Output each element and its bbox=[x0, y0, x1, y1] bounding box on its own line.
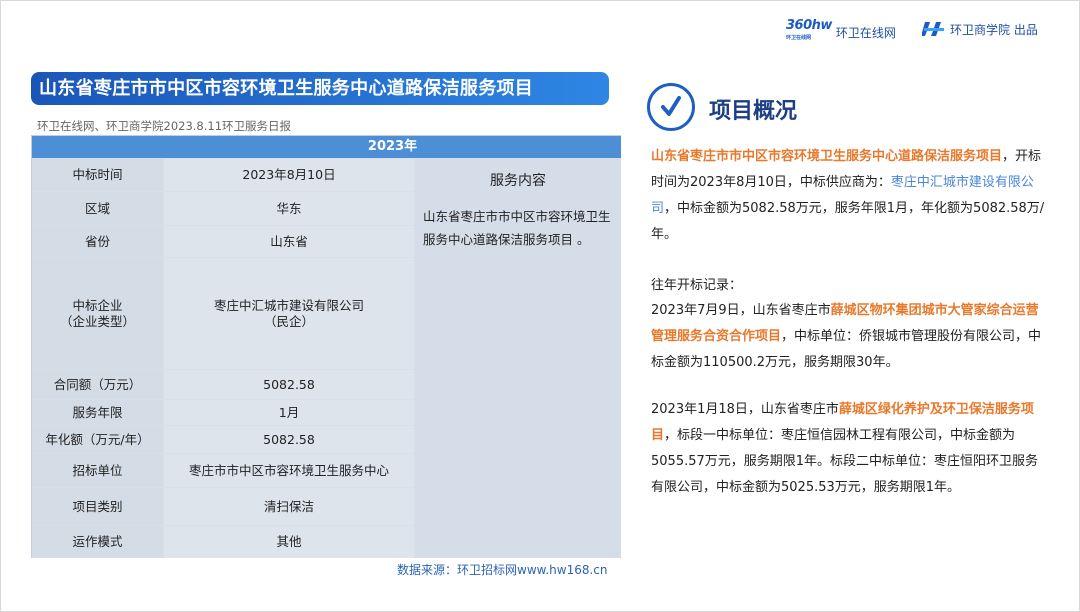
overview-project-name: 山东省枣庄市市中区市容环境卫生服务中心道路保洁服务项目 bbox=[651, 149, 1003, 164]
history-record-1: 2023年7月9日，山东省枣庄市薛城区物环集团城市大管家综合运营管理服务合资合作… bbox=[651, 298, 1051, 376]
overview-title: 项目概况 bbox=[709, 99, 798, 124]
table-row-label: 服务年限 bbox=[32, 400, 163, 425]
project-title: 山东省枣庄市市中区市容环境卫生服务中心道路保洁服务项目 bbox=[39, 78, 534, 99]
table-row-label: 区域 bbox=[32, 192, 163, 225]
project-info-table: 2023年 中标时间 2023年8月10日 区域 华东 省份 山东省 中标企业 （企业类型）… bbox=[31, 135, 621, 558]
overview-paragraph: 山东省枣庄市市中区市容环境卫生服务中心道路保洁服务项目，开标时间为2023年8月… bbox=[651, 144, 1051, 248]
history-2-suffix: ，标段一中标单位：枣庄恒信园林工程有限公司，中标金额为5055.57万元，服务期… bbox=[651, 428, 1039, 495]
history-record-2: 2023年1月18日，山东省枣庄市薛城区绿化养护及环卫保洁服务项目，标段一中标单… bbox=[651, 397, 1051, 501]
table-row-label: 省份 bbox=[32, 226, 163, 257]
slide: 360hw 环卫在线网 环卫在线网 环卫商学院 出品 山东省枣庄市市中区市容环境… bbox=[0, 0, 1080, 612]
overview-text-2: ，中标金额为5082.58万元，服务年限1月，年化额为5082.58万/年。 bbox=[651, 201, 1045, 242]
table-year-header: 2023年 bbox=[164, 136, 621, 158]
table-row-value: 5082.58 bbox=[164, 426, 414, 453]
history-title: 往年开标记录： bbox=[651, 278, 743, 293]
table-row-value: 枣庄中汇城市建设有限公司 （民企） bbox=[164, 258, 414, 369]
table-row-value: 华东 bbox=[164, 192, 414, 225]
history-1-prefix: 2023年7月9日，山东省枣庄市 bbox=[651, 303, 831, 318]
data-source-note[interactable]: 数据来源：环卫招标网www.hw168.cn bbox=[397, 561, 608, 578]
table-row-label: 年化额（万元/年） bbox=[32, 426, 163, 453]
project-title-bar: 山东省枣庄市市中区市容环境卫生服务中心道路保洁服务项目 bbox=[31, 72, 609, 105]
table-header-blank bbox=[32, 136, 164, 158]
check-circle-icon bbox=[647, 83, 695, 131]
service-content-body: 山东省枣庄市市中区市容环境卫生服务中心道路保洁服务项目 。 bbox=[423, 209, 611, 247]
table-row-label: 运作模式 bbox=[32, 526, 163, 558]
hw-school-logo-icon bbox=[922, 22, 944, 36]
brand-hw-school-label: 环卫商学院 出品 bbox=[950, 22, 1038, 37]
table-row-value: 5082.58 bbox=[164, 370, 414, 399]
table-row-value: 2023年8月10日 bbox=[164, 159, 414, 191]
brand-hw-school[interactable]: 环卫商学院 出品 bbox=[922, 20, 1038, 38]
table-row-label: 合同额（万元） bbox=[32, 370, 163, 399]
table-row-value: 山东省 bbox=[164, 226, 414, 257]
table-row-value: 其他 bbox=[164, 526, 414, 558]
brand-hw-online[interactable]: 360hw 环卫在线网 环卫在线网 bbox=[786, 18, 896, 44]
table-row-label: 中标企业 （企业类型） bbox=[32, 258, 163, 369]
table-row-label: 招标单位 bbox=[32, 454, 163, 487]
service-content-title: 服务内容 bbox=[490, 173, 546, 189]
table-row-value: 1月 bbox=[164, 400, 414, 425]
table-row-value: 枣庄市市中区市容环境卫生服务中心 bbox=[164, 454, 414, 487]
table-row-label: 中标时间 bbox=[32, 159, 163, 191]
brand-hw-online-label: 环卫在线网 bbox=[835, 25, 896, 40]
report-subnote: 环卫在线网、环卫商学院2023.8.11环卫服务日报 bbox=[37, 119, 292, 133]
hw360-logo: 360hw 环卫在线网 bbox=[786, 18, 832, 41]
history-2-prefix: 2023年1月18日，山东省枣庄市 bbox=[651, 402, 839, 417]
service-content-column: 服务内容 山东省枣庄市市中区市容环境卫生服务中心道路保洁服务项目 。 bbox=[415, 159, 621, 558]
table-row-value: 清扫保洁 bbox=[164, 488, 414, 525]
table-row-label: 项目类别 bbox=[32, 488, 163, 525]
